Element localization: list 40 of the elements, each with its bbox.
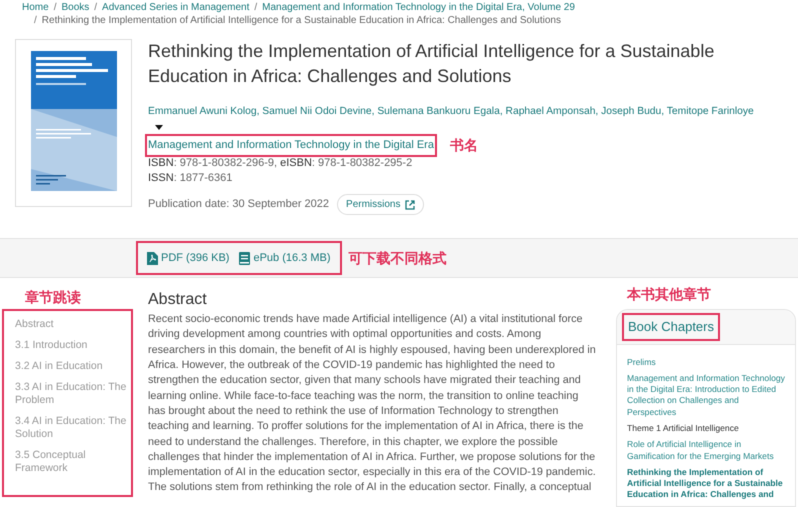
toc-link[interactable]: 3.5 Conceptual Framework bbox=[15, 449, 128, 475]
book-icon bbox=[239, 252, 250, 264]
caret-icon[interactable] bbox=[155, 125, 163, 130]
breadcrumb-link[interactable]: Home bbox=[22, 2, 49, 13]
toc-link[interactable]: 3.1 Introduction bbox=[15, 339, 128, 352]
annotation-label: 本书其他章节 bbox=[627, 286, 711, 302]
identifier-line: ISSN: 1877-6361 bbox=[148, 171, 234, 186]
download-link[interactable]: PDF (396 KB) bbox=[147, 250, 230, 266]
toc-link[interactable]: 3.3 AI in Education: The Problem bbox=[15, 381, 128, 407]
chapter-link[interactable]: Prelims bbox=[627, 356, 785, 368]
breadcrumb-separator: / bbox=[54, 2, 56, 13]
theme-heading: Theme 1 Artificial Intelligence bbox=[627, 422, 740, 434]
breadcrumb-link[interactable]: Advanced Series in Management bbox=[102, 2, 250, 13]
chapter-title: Rethinking the Implementation of Artificial Intelligence for a Sustainable Education in Africa: Challenges and Solutions bbox=[148, 40, 716, 88]
permissions-button[interactable]: Permissions bbox=[337, 194, 424, 215]
breadcrumb-link[interactable]: Management and Information Technology in the Digital Era, Volume 29 bbox=[262, 2, 575, 13]
chapter-link[interactable]: Management and Information Technology in the Digital Era: Introduction to Edited Collection on Challenges and Perspectives bbox=[627, 372, 785, 418]
chapters-heading: Book Chapters bbox=[625, 316, 717, 338]
annotation-label: 章节跳读 bbox=[25, 289, 81, 305]
abstract-text: Recent socio-economic trends have made Artificial intelligence (AI) a vital institutional force driving development among countries with optimal opportunities and costs. Among researchers in this domain, the benefit of AI is highly espoused, having been underexplored in Africa. However, the outbreak of the COVID-19 pandemic has highlighted the need to strengthen the education sector, given that many schools have migrated their teaching and learning online. While face-to-face teaching was the norm, the transition to online teaching has brought about the need to rethink the use of Information Technology to strengthen teaching and learning. To proffer solutions for the implementation of AI in Africa, there is the need to understand the challenges. Therefore, in this chapter, we explore the possible challenges that hinder the implementation of AI in Africa. Further, we propose solutions for the implementation of AI in the education sector, especially in this era of the COVID-19 pandemic. The solutions stem from rethinking the role of AI in the education sector. Finally, a conceptual bbox=[148, 312, 597, 496]
breadcrumb-separator: / bbox=[34, 15, 37, 26]
toc-link[interactable]: Abstract bbox=[15, 318, 128, 331]
breadcrumb-separator: / bbox=[254, 2, 258, 13]
chapter-link[interactable]: Role of Artificial Intelligence in Gamification for the Emerging Markets bbox=[627, 439, 785, 462]
book-series-link[interactable]: Management and Information Technology in the Digital Era bbox=[148, 137, 434, 154]
toc-link[interactable]: 3.2 AI in Education bbox=[15, 360, 128, 373]
download-link[interactable]: ePub (16.3 MB) bbox=[239, 250, 331, 266]
identifier-line: ISBN: 978-1-80382-296-9, eISBN: 978-1-80382-295-2 bbox=[148, 156, 414, 171]
annotation-label: 可下载不同格式 bbox=[348, 248, 447, 268]
breadcrumb-link[interactable]: Books bbox=[61, 2, 90, 13]
breadcrumb-separator: / bbox=[94, 2, 98, 13]
current-chapter-link[interactable]: Rethinking the Implementation of Artificial Intelligence for a Sustainable Education in Africa: Challenges and bbox=[627, 466, 785, 501]
abstract-heading: Abstract bbox=[148, 290, 208, 310]
external-link-icon bbox=[404, 200, 414, 210]
annotation-label: 书名 bbox=[450, 136, 478, 155]
breadcrumb-current: Rethinking the Implementation of Artificial Intelligence for a Sustainable Education in Africa: Challenges and Solutions bbox=[42, 15, 561, 26]
pdf-file-icon bbox=[147, 252, 158, 264]
toc-link[interactable]: 3.4 AI in Education: The Solution bbox=[15, 415, 128, 441]
authors-link[interactable]: Emmanuel Awuni Kolog, Samuel Nii Odoi Devine, Sulemana Bankuoru Egala, Raphael Amponsah, Joseph Budu, Temitope Farinloye bbox=[148, 105, 754, 119]
publication-date: Publication date: 30 September 2022 bbox=[148, 197, 330, 212]
